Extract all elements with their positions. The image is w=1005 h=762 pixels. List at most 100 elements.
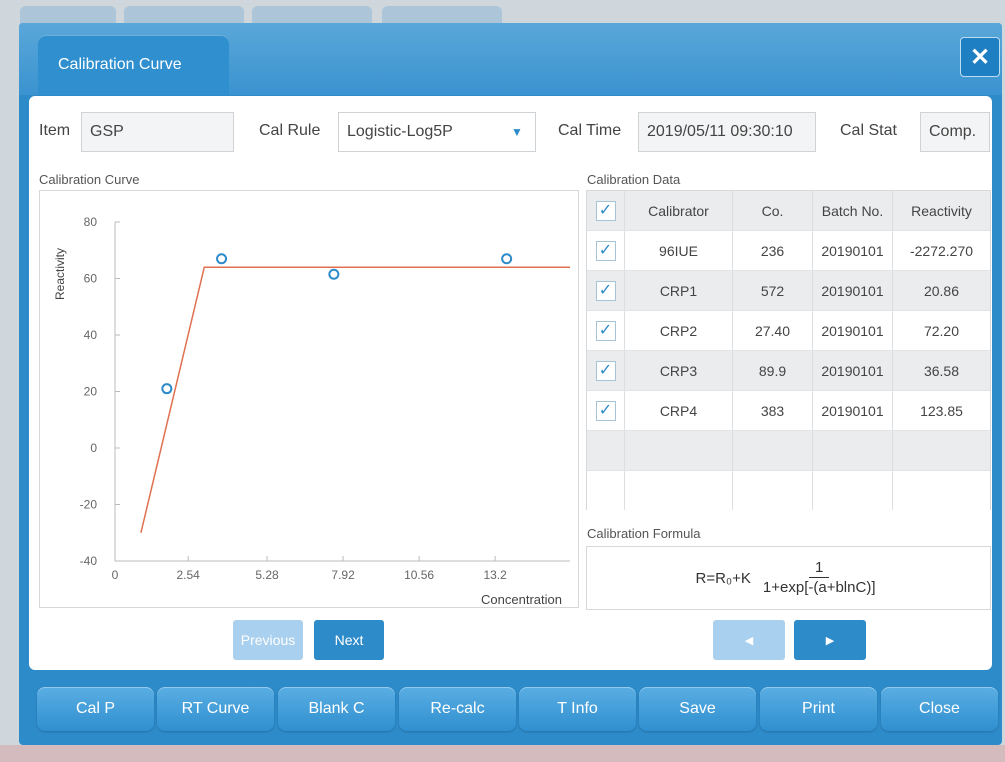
empty-cell (733, 471, 813, 510)
empty-cell (893, 471, 990, 510)
cell-batch: 20190101 (813, 271, 893, 310)
formula-fraction: 1 1+exp[-(a+blnC)] (757, 559, 882, 598)
table-row-empty (587, 471, 990, 511)
cell-reactivity: 72.20 (923, 322, 960, 339)
tab-title: Calibration Curve (58, 56, 182, 73)
y-tick-label: 60 (84, 272, 98, 286)
table-row[interactable]: ✓ CRP1 572 20190101 20.86 (587, 271, 990, 311)
table-row[interactable]: ✓ CRP4 383 20190101 123.85 (587, 391, 990, 431)
close-button[interactable]: Close (881, 687, 998, 731)
cell-co: 572 (733, 271, 813, 310)
tab-calibration-curve[interactable]: Calibration Curve (38, 35, 229, 95)
calibration-table: ✓ Calibrator Co. Batch No. Reactivity ✓ … (586, 190, 991, 511)
formula-numerator: 1 (809, 559, 830, 578)
x-tick-label: 10.56 (404, 568, 434, 582)
empty-cell (813, 471, 893, 510)
cell-calibrator: 96IUE (625, 231, 733, 270)
row-checkbox[interactable]: ✓ (595, 240, 616, 261)
y-tick-label: 0 (90, 441, 97, 455)
table-row[interactable]: ✓ CRP2 27.40 20190101 72.20 (587, 311, 990, 351)
header-reactivity: Reactivity (911, 202, 972, 219)
x-axis-title: Concentration (481, 592, 562, 607)
cal-stat-value: Comp. (929, 123, 977, 140)
button-label: Print (802, 700, 835, 717)
next-button[interactable]: Next (314, 620, 384, 660)
cal-p-button[interactable]: Cal P (37, 687, 154, 731)
curve-section-title: Calibration Curve (39, 172, 140, 187)
cell-reactivity: -2272.270 (909, 242, 974, 259)
x-tick-label: 7.92 (331, 568, 355, 582)
rt-curve-button[interactable]: RT Curve (157, 687, 274, 731)
x-tick-label: 5.28 (255, 568, 279, 582)
blank-c-button[interactable]: Blank C (278, 687, 395, 731)
calibration-dialog: Calibration Curve ✕ Item GSP Cal Rule Lo… (19, 23, 1002, 745)
calibration-curve-line (140, 266, 570, 533)
empty-cell (893, 431, 990, 470)
data-point (161, 383, 173, 395)
cal-time-label: Cal Time (558, 122, 622, 139)
row-checkbox[interactable]: ✓ (595, 400, 616, 421)
cal-rule-label: Cal Rule (259, 122, 321, 139)
cell-batch: 20190101 (813, 311, 893, 350)
formula-section-title: Calibration Formula (587, 526, 701, 541)
print-button[interactable]: Print (760, 687, 877, 731)
empty-cell (813, 431, 893, 470)
row-checkbox[interactable]: ✓ (595, 320, 616, 341)
row-check-cell: ✓ (587, 351, 625, 390)
button-label: Save (679, 700, 716, 717)
data-point (501, 253, 513, 265)
x-tick-label: 13.2 (483, 568, 507, 582)
header-co: Co. (733, 191, 813, 230)
row-check-cell: ✓ (587, 391, 625, 430)
t-info-button[interactable]: T Info (519, 687, 636, 731)
item-field[interactable]: GSP (81, 112, 234, 152)
data-point (328, 268, 340, 280)
re-calc-button[interactable]: Re-calc (399, 687, 516, 731)
button-label: RT Curve (181, 700, 250, 717)
table-row[interactable]: ✓ CRP3 89.9 20190101 36.58 (587, 351, 990, 391)
form-row: Item GSP Cal Rule Logistic-Log5P ▼ Cal T… (29, 112, 992, 152)
empty-cell (587, 471, 625, 510)
cell-calibrator: CRP4 (625, 391, 733, 430)
row-checkbox[interactable]: ✓ (595, 360, 616, 381)
close-icon[interactable]: ✕ (960, 37, 1000, 77)
table-header-row: ✓ Calibrator Co. Batch No. Reactivity (587, 191, 990, 231)
cal-rule-select[interactable]: Logistic-Log5P ▼ (338, 112, 536, 152)
y-tick-label: 20 (84, 385, 98, 399)
calibration-formula: R=R₀+K 1 1+exp[-(a+blnC)] (587, 547, 990, 609)
select-all-checkbox[interactable]: ✓ (595, 200, 616, 221)
cell-reactivity: 20.86 (923, 282, 960, 299)
formula-denominator: 1+exp[-(a+blnC)] (762, 578, 876, 596)
save-button[interactable]: Save (639, 687, 756, 731)
chevron-down-icon[interactable]: ▼ (499, 113, 535, 151)
x-tick-label: 2.54 (176, 568, 200, 582)
cell-batch: 20190101 (813, 391, 893, 430)
header-check-cell: ✓ (587, 191, 625, 230)
cell-reactivity: 36.58 (923, 362, 960, 379)
header-batch: Batch No. (813, 191, 893, 230)
cell-co: 236 (733, 231, 813, 270)
item-value: GSP (90, 123, 124, 140)
next-label: Next (334, 632, 364, 648)
triangle-right-icon: ▶ (825, 634, 835, 647)
row-checkbox[interactable]: ✓ (595, 280, 616, 301)
previous-button[interactable]: Previous (233, 620, 303, 660)
cal-time-value: 2019/05/11 09:30:10 (647, 123, 793, 140)
cell-co: 383 (733, 391, 813, 430)
background-footer (0, 745, 1005, 762)
button-label: Close (919, 700, 960, 717)
cell-batch: 20190101 (813, 351, 893, 390)
triangle-left-icon: ◀ (744, 634, 754, 647)
cell-calibrator: CRP3 (625, 351, 733, 390)
table-row[interactable]: ✓ 96IUE 236 20190101 -2272.270 (587, 231, 990, 271)
scroll-right-button[interactable]: ▶ (794, 620, 866, 660)
formula-lhs: R=R₀+K (695, 569, 751, 587)
cal-stat-field[interactable]: Comp. (920, 112, 990, 152)
empty-cell (625, 431, 733, 470)
scroll-left-button[interactable]: ◀ (713, 620, 785, 660)
cell-batch: 20190101 (813, 231, 893, 270)
y-tick-label: -20 (80, 498, 98, 512)
formula-box: R=R₀+K 1 1+exp[-(a+blnC)] (586, 546, 991, 610)
calibration-chart: 80 60 40 20 0 -20 -40 0 2.54 5.28 7.92 10.56 13.2 Rea… (39, 190, 579, 608)
cal-time-field[interactable]: 2019/05/11 09:30:10 (638, 112, 816, 152)
